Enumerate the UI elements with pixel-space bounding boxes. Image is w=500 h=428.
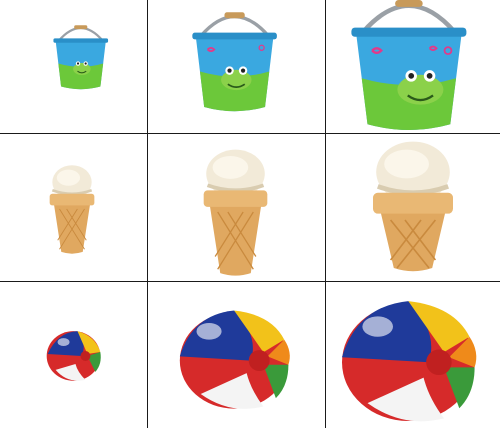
beach-ball-icon: [342, 301, 477, 422]
picture-grid: [0, 0, 500, 428]
bucket-icon: [351, 0, 467, 130]
cell-bucket-small: [0, 0, 148, 134]
ice-cream-cone-icon: [203, 149, 268, 276]
cell-beach-ball-small: [0, 282, 148, 428]
bucket-icon: [53, 24, 109, 89]
cell-cone-medium: [148, 134, 326, 282]
cell-cone-small: [0, 134, 148, 282]
ice-cream-cone-icon: [49, 164, 95, 254]
beach-ball-icon: [46, 331, 101, 381]
beach-ball-icon: [179, 310, 290, 409]
cell-cone-large: [326, 134, 500, 282]
cell-beach-ball-large: [326, 282, 500, 428]
cell-bucket-large: [326, 0, 500, 134]
cell-beach-ball-medium: [148, 282, 326, 428]
ice-cream-cone-icon: [373, 141, 453, 271]
bucket-icon: [192, 11, 277, 111]
cell-bucket-medium: [148, 0, 326, 134]
